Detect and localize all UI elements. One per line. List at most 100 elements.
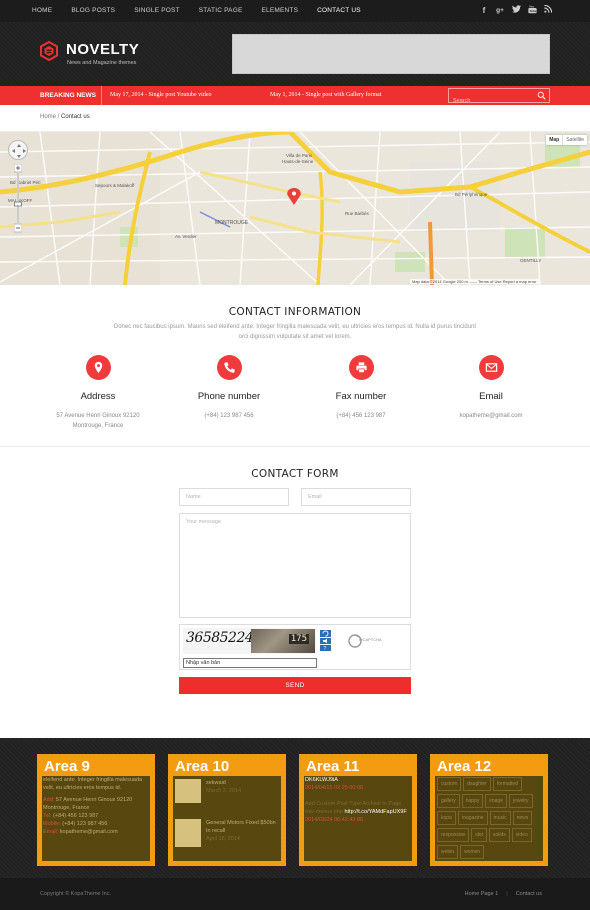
send-button[interactable]: SEND	[179, 677, 411, 694]
map-type-satellite[interactable]: Satellite	[562, 135, 587, 145]
tag[interactable]: women	[460, 845, 485, 859]
nav-static-page[interactable]: STATIC PAGE	[199, 0, 243, 22]
captcha-answer-input[interactable]	[183, 658, 317, 668]
svg-text:GENTILLY: GENTILLY	[520, 258, 541, 263]
breaking-news-item[interactable]: May 17, 2014 - Single post Youtube video	[110, 86, 212, 105]
tag[interactable]: music	[489, 811, 511, 825]
recent-post[interactable]: General Motors Fixed $50bn In recall Apr…	[173, 819, 281, 853]
map-marker-icon	[94, 361, 102, 374]
footer-links: Home Page 1 | Contact us	[465, 878, 542, 910]
tag[interactable]: gallery	[437, 794, 460, 808]
map-canvas: Bd Gabriel Péri MALAKOFF Sepours & Malak…	[0, 132, 590, 285]
site-logo[interactable]: NOVELTY	[66, 41, 139, 58]
phone-circle	[216, 355, 242, 380]
search-icon[interactable]	[537, 91, 546, 100]
nav-elements[interactable]: ELEMENTS	[262, 0, 299, 22]
email-value[interactable]: kopatheme@gmail.com	[426, 411, 556, 421]
area-content: custom daughter formatted gallery happy …	[435, 776, 543, 861]
address-value: 57 Avenue Henri Ginoux 92120 Montrouge, …	[56, 413, 140, 429]
top-navigation: HOME BLOG POSTS SINGLE POST STATIC PAGE …	[0, 0, 590, 22]
recaptcha-logo-text: reCAPTCHA	[359, 637, 382, 642]
nav-contact-us[interactable]: CONTACT US	[317, 0, 361, 22]
help-icon[interactable]: ?	[320, 645, 331, 652]
tag[interactable]: slot	[471, 828, 487, 842]
name-field[interactable]	[179, 488, 289, 506]
footer-link-contact[interactable]: Contact us	[516, 878, 542, 910]
svg-text:Rue Barbès: Rue Barbès	[345, 211, 370, 216]
contact-info-title: CONTACT INFORMATION	[228, 306, 362, 318]
nav-home[interactable]: HOME	[32, 0, 52, 22]
footer-area-12: Area 12 custom daughter formatted galler…	[430, 754, 548, 866]
breadcrumb-home[interactable]: Home	[40, 114, 56, 120]
email-label: Email	[479, 391, 503, 402]
google-map[interactable]: Bd Gabriel Péri MALAKOFF Sepours & Malak…	[0, 132, 590, 285]
twitter-icon[interactable]	[510, 5, 522, 17]
map-type-control: Map Satellite	[546, 135, 587, 145]
map-zoom-control[interactable]	[14, 164, 22, 234]
header-ad-banner[interactable]	[232, 34, 550, 74]
search-input[interactable]	[449, 94, 533, 108]
svg-text:Bd Périphérique: Bd Périphérique	[455, 192, 488, 197]
audio-icon[interactable]	[320, 638, 331, 644]
area-title: Area 11	[306, 758, 360, 775]
footer-link-home[interactable]: Home Page 1	[465, 878, 499, 910]
refresh-icon[interactable]	[320, 630, 331, 637]
post-title[interactable]: sekwaid	[206, 779, 278, 787]
printer-icon	[355, 362, 367, 373]
main-menu: HOME BLOG POSTS SINGLE POST STATIC PAGE …	[32, 0, 380, 22]
nav-single-post[interactable]: SINGLE POST	[134, 0, 180, 22]
post-thumbnail[interactable]	[175, 779, 201, 803]
email-field[interactable]	[301, 488, 411, 506]
area-title: Area 10	[175, 758, 230, 775]
mobile-line: Mobile: (+84) 123 987 456	[43, 821, 108, 827]
search-box	[448, 88, 550, 108]
map-attribution[interactable]: Map data ©2014 Google 200 m —— Terms of …	[410, 279, 539, 284]
youtube-icon[interactable]: You Tube	[526, 5, 538, 17]
tag[interactable]: video	[511, 828, 532, 842]
recent-post[interactable]: sekwaid March 2, 2014	[173, 779, 281, 813]
logo-icon[interactable]	[39, 40, 59, 62]
tag[interactable]: kopa	[437, 811, 456, 825]
email-line: Email: kopatheme@gmail.com	[43, 829, 118, 835]
breaking-news-item[interactable]: May 1, 2014 - Single post with Gallery f…	[270, 86, 381, 105]
nav-blog-posts[interactable]: BLOG POSTS	[71, 0, 115, 22]
contact-form-title: CONTACT FORM	[251, 468, 339, 480]
divider: |	[506, 891, 508, 897]
tag[interactable]: responsive	[437, 828, 470, 842]
map-type-map[interactable]: Map	[546, 135, 562, 145]
post-date: April 16, 2014	[206, 836, 240, 842]
captcha-controls: ?	[320, 630, 331, 652]
post-thumbnail[interactable]	[175, 819, 201, 847]
tag[interactable]: webin	[437, 845, 459, 859]
area-content: sekwaid March 2, 2014 General Motors Fix…	[173, 776, 281, 861]
tweet-link[interactable]: http://t.co/YAMdFapUX9F	[344, 809, 406, 815]
fax-value: (+84) 456 123 987	[336, 413, 386, 419]
tag[interactable]: image	[485, 794, 507, 808]
breaking-news-label: BREAKING NEWS	[40, 92, 96, 99]
fax-label: Fax number	[335, 391, 387, 402]
message-field[interactable]	[179, 513, 411, 618]
captcha-image: 36585224 175	[183, 628, 316, 654]
contact-address: Address 57 Avenue Henri Ginoux 92120 Mon…	[33, 355, 163, 431]
contact-phone: Phone number (+84) 123 987 456	[164, 355, 294, 421]
tag[interactable]: formatted	[492, 777, 522, 791]
facebook-icon[interactable]: f	[478, 5, 490, 17]
tag[interactable]: solids	[488, 828, 510, 842]
post-title[interactable]: General Motors Fixed $50bn In recall	[206, 819, 278, 835]
phone-value[interactable]: (+84) 123 987 456	[164, 411, 294, 421]
tweet-text: Add Custom Post Type Archive to Page nav…	[305, 801, 407, 815]
map-pan-control[interactable]	[8, 140, 28, 160]
tweet-handle[interactable]: DK6KLWJ9iA	[304, 776, 412, 784]
tag[interactable]: news	[512, 811, 533, 825]
rss-icon[interactable]	[542, 4, 554, 17]
captcha-photo: 175	[251, 629, 315, 653]
tag[interactable]: jewelry	[508, 794, 533, 808]
tag[interactable]: magazine	[457, 811, 488, 825]
contact-email: Email kopatheme@gmail.com	[426, 355, 556, 421]
google-plus-icon[interactable]: g+	[494, 5, 506, 17]
contact-info-description: Donec nec faucibus ipsum. Mauris sed ele…	[113, 324, 477, 340]
tag[interactable]: custom	[437, 777, 462, 791]
tag[interactable]: daughter	[463, 777, 491, 791]
site-header: NOVELTY News and Magazine themes	[0, 22, 590, 86]
tag[interactable]: happy	[461, 794, 484, 808]
